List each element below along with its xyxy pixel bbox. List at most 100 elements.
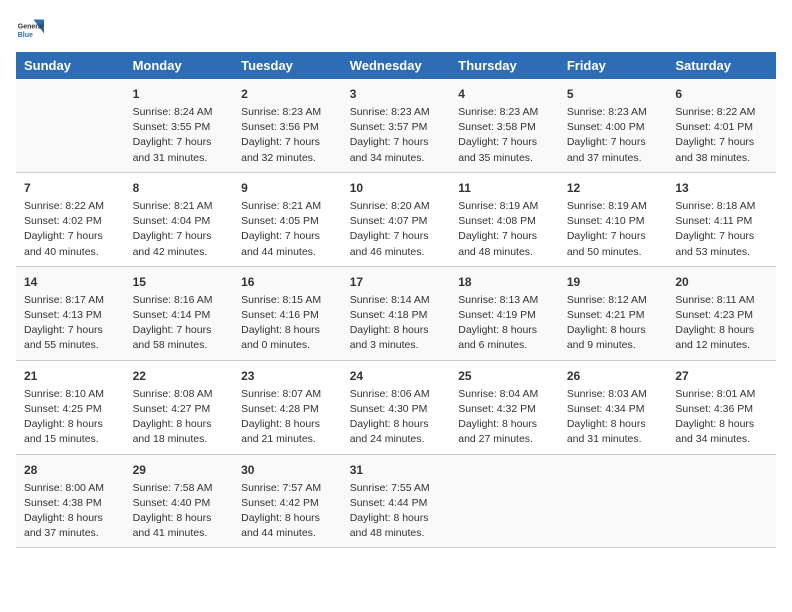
calendar-cell: 27 Sunrise: 8:01 AM Sunset: 4:36 PM Dayli… — [667, 360, 776, 454]
calendar-cell: 4Sunrise: 8:23 AM Sunset: 3:58 PM Daylig… — [450, 79, 559, 172]
calendar-cell — [667, 454, 776, 548]
svg-text:General: General — [18, 23, 44, 30]
calendar-cell: 29 Sunrise: 7:58 AM Sunset: 4:40 PM Dayli… — [125, 454, 234, 548]
day-number: 10 — [350, 179, 443, 197]
cell-content: Sunrise: 7:58 AM Sunset: 4:40 PM Dayligh… — [133, 481, 226, 542]
calendar-cell: 24 Sunrise: 8:06 AM Sunset: 4:30 PM Dayli… — [342, 360, 451, 454]
calendar-cell: 5 Sunrise: 8:23 AM Sunset: 4:00 PM Daylig… — [559, 79, 668, 172]
header-day-saturday: Saturday — [667, 52, 776, 79]
day-number: 28 — [24, 461, 117, 479]
calendar-cell: 8 Sunrise: 8:21 AM Sunset: 4:04 PM Daylig… — [125, 172, 234, 266]
day-number: 6 — [675, 85, 768, 103]
cell-content: Sunrise: 8:01 AM Sunset: 4:36 PM Dayligh… — [675, 387, 768, 448]
calendar-cell: 26 Sunrise: 8:03 AM Sunset: 4:34 PM Dayli… — [559, 360, 668, 454]
header-day-friday: Friday — [559, 52, 668, 79]
cell-content: Sunrise: 8:21 AM Sunset: 4:04 PM Dayligh… — [133, 199, 226, 260]
cell-content: Sunrise: 8:13 AM Sunset: 4:19 PM Dayligh… — [458, 293, 551, 354]
day-number: 27 — [675, 367, 768, 385]
calendar-cell: 30 Sunrise: 7:57 AM Sunset: 4:42 PM Dayli… — [233, 454, 342, 548]
calendar-table: SundayMondayTuesdayWednesdayThursdayFrid… — [16, 52, 776, 548]
day-number: 21 — [24, 367, 117, 385]
cell-content: Sunrise: 8:11 AM Sunset: 4:23 PM Dayligh… — [675, 293, 768, 354]
day-number: 29 — [133, 461, 226, 479]
day-number: 3 — [350, 85, 443, 103]
cell-content: Sunrise: 8:00 AM Sunset: 4:38 PM Dayligh… — [24, 481, 117, 542]
cell-content: Sunrise: 7:57 AM Sunset: 4:42 PM Dayligh… — [241, 481, 334, 542]
header-day-tuesday: Tuesday — [233, 52, 342, 79]
day-number: 8 — [133, 179, 226, 197]
cell-content: Sunrise: 8:16 AM Sunset: 4:14 PM Dayligh… — [133, 293, 226, 354]
day-number: 31 — [350, 461, 443, 479]
cell-content: Sunrise: 8:17 AM Sunset: 4:13 PM Dayligh… — [24, 293, 117, 354]
calendar-cell: 16 Sunrise: 8:15 AM Sunset: 4:16 PM Dayli… — [233, 266, 342, 360]
calendar-cell: 13 Sunrise: 8:18 AM Sunset: 4:11 PM Dayli… — [667, 172, 776, 266]
cell-content: Sunrise: 8:14 AM Sunset: 4:18 PM Dayligh… — [350, 293, 443, 354]
day-number: 15 — [133, 273, 226, 291]
calendar-cell: 17 Sunrise: 8:14 AM Sunset: 4:18 PM Dayli… — [342, 266, 451, 360]
day-number: 18 — [458, 273, 551, 291]
calendar-cell: 23Sunrise: 8:07 AM Sunset: 4:28 PM Dayli… — [233, 360, 342, 454]
calendar-cell: 9Sunrise: 8:21 AM Sunset: 4:05 PM Daylig… — [233, 172, 342, 266]
cell-content: Sunrise: 8:20 AM Sunset: 4:07 PM Dayligh… — [350, 199, 443, 260]
day-number: 12 — [567, 179, 660, 197]
page-header: General Blue — [16, 16, 776, 44]
cell-content: Sunrise: 8:24 AM Sunset: 3:55 PM Dayligh… — [133, 105, 226, 166]
cell-content: Sunrise: 8:12 AM Sunset: 4:21 PM Dayligh… — [567, 293, 660, 354]
cell-content: Sunrise: 8:23 AM Sunset: 4:00 PM Dayligh… — [567, 105, 660, 166]
cell-content: Sunrise: 8:19 AM Sunset: 4:08 PM Dayligh… — [458, 199, 551, 260]
cell-content: Sunrise: 8:04 AM Sunset: 4:32 PM Dayligh… — [458, 387, 551, 448]
day-number: 7 — [24, 179, 117, 197]
calendar-cell: 28 Sunrise: 8:00 AM Sunset: 4:38 PM Dayli… — [16, 454, 125, 548]
cell-content: Sunrise: 8:10 AM Sunset: 4:25 PM Dayligh… — [24, 387, 117, 448]
day-number: 2 — [241, 85, 334, 103]
day-number: 25 — [458, 367, 551, 385]
svg-text:Blue: Blue — [18, 32, 33, 39]
cell-content: Sunrise: 8:19 AM Sunset: 4:10 PM Dayligh… — [567, 199, 660, 260]
day-number: 13 — [675, 179, 768, 197]
day-number: 1 — [133, 85, 226, 103]
day-number: 14 — [24, 273, 117, 291]
header-day-thursday: Thursday — [450, 52, 559, 79]
cell-content: Sunrise: 8:23 AM Sunset: 3:56 PM Dayligh… — [241, 105, 334, 166]
day-number: 22 — [133, 367, 226, 385]
cell-content: Sunrise: 8:15 AM Sunset: 4:16 PM Dayligh… — [241, 293, 334, 354]
calendar-cell: 21 Sunrise: 8:10 AM Sunset: 4:25 PM Dayli… — [16, 360, 125, 454]
calendar-cell: 3Sunrise: 8:23 AM Sunset: 3:57 PM Daylig… — [342, 79, 451, 172]
calendar-cell: 20Sunrise: 8:11 AM Sunset: 4:23 PM Dayli… — [667, 266, 776, 360]
calendar-cell: 12 Sunrise: 8:19 AM Sunset: 4:10 PM Dayli… — [559, 172, 668, 266]
calendar-cell: 31 Sunrise: 7:55 AM Sunset: 4:44 PM Dayli… — [342, 454, 451, 548]
day-number: 9 — [241, 179, 334, 197]
calendar-cell: 22 Sunrise: 8:08 AM Sunset: 4:27 PM Dayli… — [125, 360, 234, 454]
cell-content: Sunrise: 7:55 AM Sunset: 4:44 PM Dayligh… — [350, 481, 443, 542]
header-day-wednesday: Wednesday — [342, 52, 451, 79]
calendar-cell: 18 Sunrise: 8:13 AM Sunset: 4:19 PM Dayli… — [450, 266, 559, 360]
day-number: 24 — [350, 367, 443, 385]
day-number: 5 — [567, 85, 660, 103]
cell-content: Sunrise: 8:03 AM Sunset: 4:34 PM Dayligh… — [567, 387, 660, 448]
day-number: 30 — [241, 461, 334, 479]
calendar-week-row: 1 Sunrise: 8:24 AM Sunset: 3:55 PM Daylig… — [16, 79, 776, 172]
day-number: 11 — [458, 179, 551, 197]
calendar-week-row: 7 Sunrise: 8:22 AM Sunset: 4:02 PM Daylig… — [16, 172, 776, 266]
day-number: 19 — [567, 273, 660, 291]
header-day-sunday: Sunday — [16, 52, 125, 79]
calendar-week-row: 14 Sunrise: 8:17 AM Sunset: 4:13 PM Dayli… — [16, 266, 776, 360]
logo: General Blue — [16, 16, 48, 44]
cell-content: Sunrise: 8:22 AM Sunset: 4:02 PM Dayligh… — [24, 199, 117, 260]
day-number: 16 — [241, 273, 334, 291]
calendar-cell: 7 Sunrise: 8:22 AM Sunset: 4:02 PM Daylig… — [16, 172, 125, 266]
cell-content: Sunrise: 8:06 AM Sunset: 4:30 PM Dayligh… — [350, 387, 443, 448]
cell-content: Sunrise: 8:08 AM Sunset: 4:27 PM Dayligh… — [133, 387, 226, 448]
calendar-header-row: SundayMondayTuesdayWednesdayThursdayFrid… — [16, 52, 776, 79]
day-number: 26 — [567, 367, 660, 385]
calendar-week-row: 28 Sunrise: 8:00 AM Sunset: 4:38 PM Dayli… — [16, 454, 776, 548]
calendar-cell: 11 Sunrise: 8:19 AM Sunset: 4:08 PM Dayli… — [450, 172, 559, 266]
calendar-cell: 2 Sunrise: 8:23 AM Sunset: 3:56 PM Daylig… — [233, 79, 342, 172]
day-number: 17 — [350, 273, 443, 291]
day-number: 23 — [241, 367, 334, 385]
calendar-cell — [450, 454, 559, 548]
logo-icon: General Blue — [16, 16, 44, 44]
calendar-cell: 14 Sunrise: 8:17 AM Sunset: 4:13 PM Dayli… — [16, 266, 125, 360]
cell-content: Sunrise: 8:23 AM Sunset: 3:58 PM Dayligh… — [458, 105, 551, 166]
cell-content: Sunrise: 8:18 AM Sunset: 4:11 PM Dayligh… — [675, 199, 768, 260]
